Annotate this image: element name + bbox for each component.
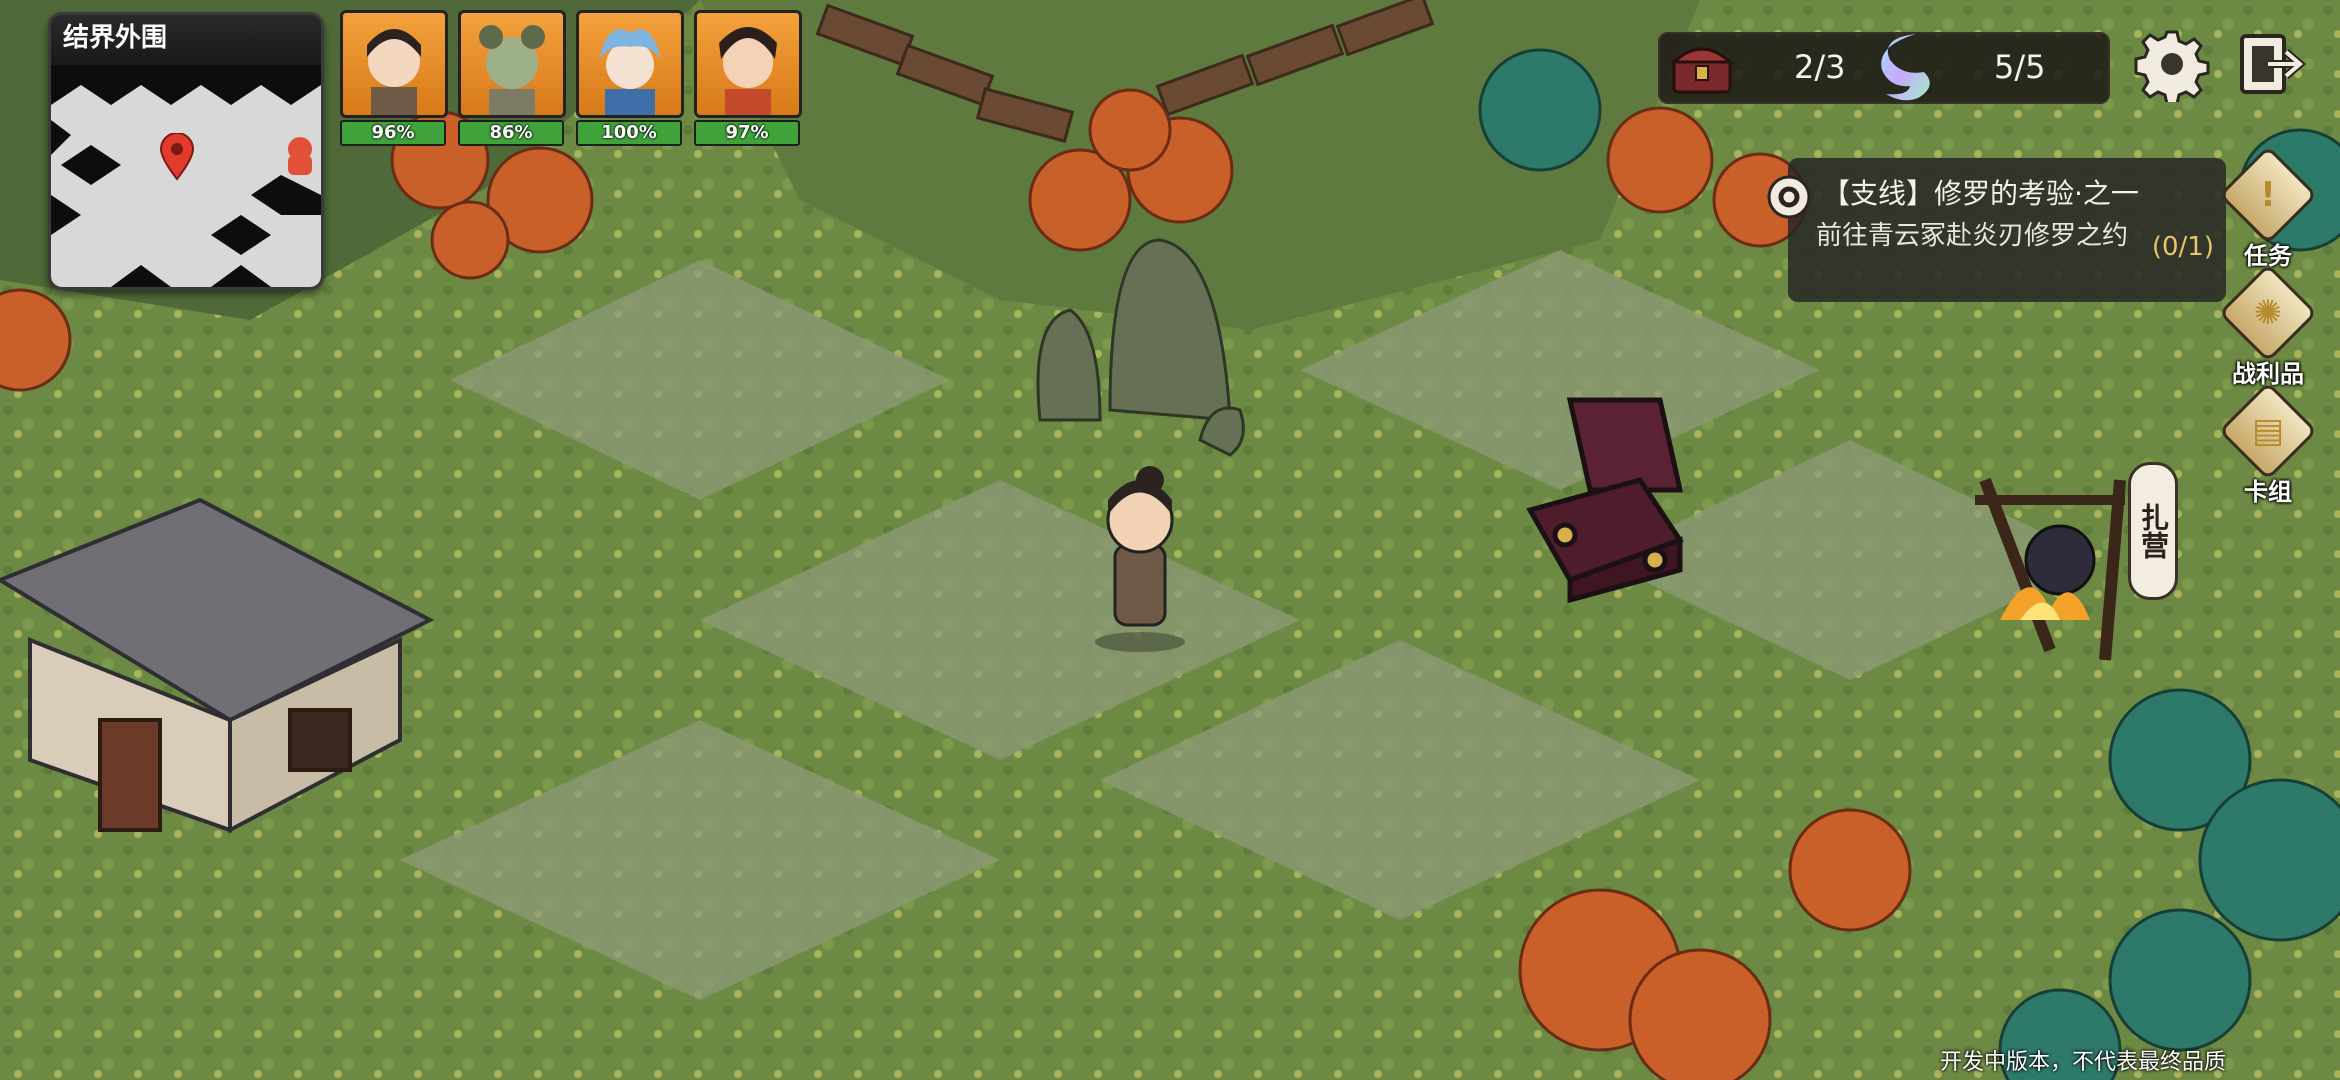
treasure-chest-icon <box>1670 47 1734 94</box>
hero-portrait-2-icon <box>458 10 566 118</box>
camp-button[interactable]: 扎营 <box>2128 462 2178 600</box>
map-pin-icon <box>159 133 195 181</box>
settings-button[interactable] <box>2134 26 2210 106</box>
spirit-swirl-icon <box>1881 34 1930 101</box>
deck-button[interactable]: ▤ 卡组 <box>2218 381 2318 507</box>
exclamation-icon: ! <box>2260 175 2276 215</box>
chest-count: 2/3 <box>1794 48 1846 86</box>
quest-progress: (0/1) <box>2151 232 2214 262</box>
exit-button[interactable] <box>2234 26 2310 102</box>
build-watermark: 开发中版本，不代表最终品质 <box>1940 1050 2227 1075</box>
minimap[interactable]: 结界外围 <box>48 12 324 290</box>
hero-portrait-1-icon <box>340 10 448 118</box>
loot-label: 战利品 <box>2232 360 2304 388</box>
quest-target-icon <box>1767 175 1811 219</box>
tasks-label: 任务 <box>2244 242 2292 270</box>
tasks-button[interactable]: ! 任务 <box>2218 145 2318 271</box>
spirit-count: 5/5 <box>1994 48 2046 86</box>
party-member-1[interactable]: 96% <box>340 10 448 146</box>
deck-label: 卡组 <box>2244 478 2292 506</box>
hero-portrait-3-icon <box>576 10 684 118</box>
enemy-marker-icon <box>288 137 312 175</box>
hero-portrait-4-icon <box>694 10 802 118</box>
quest-title: 【支线】修罗的考验·之一 <box>1822 177 2139 210</box>
cards-icon: ▤ <box>2251 411 2285 451</box>
hp-percent: 96% <box>340 120 446 146</box>
loot-button[interactable]: ✺ 战利品 <box>2218 263 2318 389</box>
party-member-4[interactable]: 97% <box>694 10 802 146</box>
minimap-title: 结界外围 <box>51 15 321 61</box>
hp-percent: 97% <box>694 120 800 146</box>
sun-icon: ✺ <box>2253 293 2283 333</box>
exit-door-icon <box>2240 34 2307 94</box>
party-member-3[interactable]: 100% <box>576 10 684 146</box>
gear-icon <box>2134 30 2210 106</box>
hp-percent: 100% <box>576 120 682 146</box>
party-member-2[interactable]: 86% <box>458 10 566 146</box>
resource-bar: 2/3 5/5 <box>1658 32 2110 104</box>
quest-description: 前往青云冢赴炎刃修罗之约 <box>1816 221 2129 251</box>
quest-tracker[interactable]: 【支线】修罗的考验·之一 前往青云冢赴炎刃修罗之约 (0/1) <box>1767 158 2226 302</box>
hp-percent: 86% <box>458 120 564 146</box>
